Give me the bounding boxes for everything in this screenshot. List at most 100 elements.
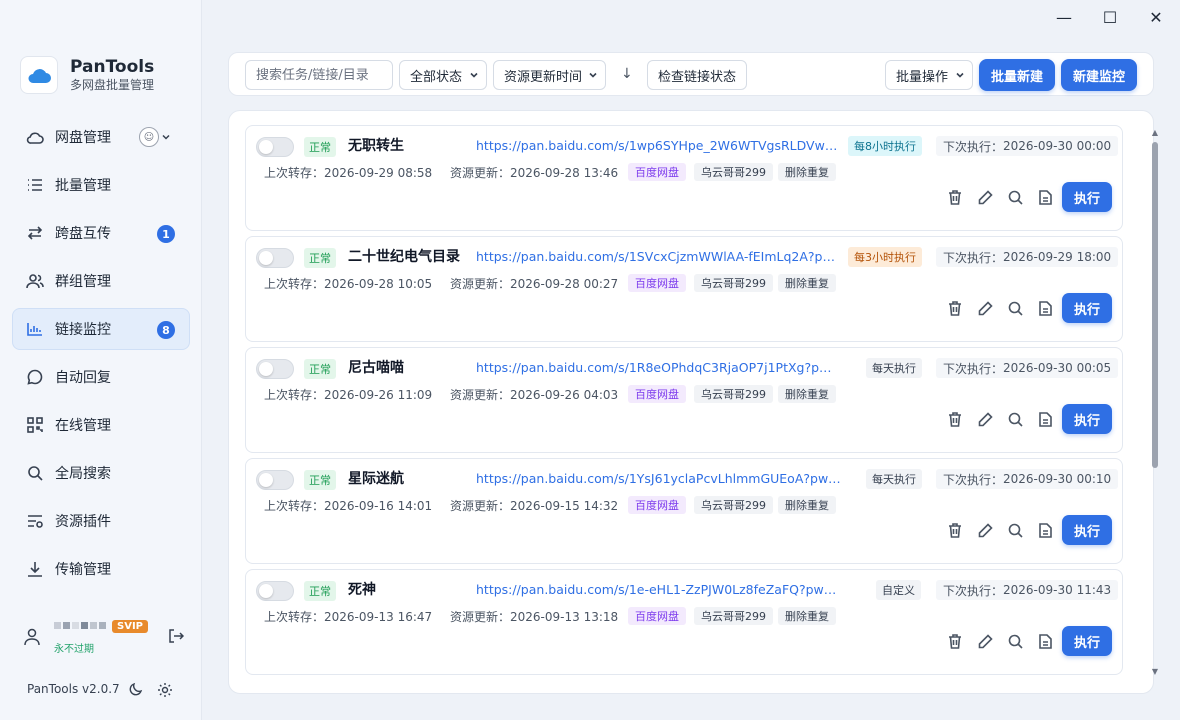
resource-update: 资源更新：2026-09-15 14:32 — [450, 497, 618, 514]
last-transfer-label: 上次转存： — [264, 277, 325, 291]
run-button[interactable]: 执行 — [1062, 515, 1112, 545]
footer: PanTools v2.0.7 — [27, 682, 187, 698]
edit-icon[interactable] — [976, 521, 994, 539]
next-run-label: 下次执行： — [943, 139, 1004, 154]
sidebar-item-online[interactable]: 在线管理 — [12, 404, 190, 446]
chevron-down-icon — [162, 134, 170, 140]
trash-icon[interactable] — [946, 299, 964, 317]
enable-toggle[interactable] — [256, 581, 294, 601]
share-link[interactable]: https://pan.baidu.com/s/1SVcxCjzmWWlAA-f… — [476, 249, 841, 264]
share-link[interactable]: https://pan.baidu.com/s/1wp6SYHpe_2W6WTV… — [476, 138, 841, 153]
sidebar-item-group[interactable]: 群组管理 — [12, 260, 190, 302]
resource-update-value: 2026-09-26 04:03 — [510, 388, 619, 402]
last-transfer-label: 上次转存： — [264, 388, 325, 402]
trash-icon[interactable] — [946, 410, 964, 428]
group-icon — [25, 271, 45, 291]
scroll-down-arrow[interactable]: ▼ — [1150, 667, 1160, 676]
task-list: 正常 无职转生 https://pan.baidu.com/s/1wp6SYHpe_… — [228, 110, 1154, 694]
edit-icon[interactable] — [976, 188, 994, 206]
search-icon[interactable] — [1006, 299, 1024, 317]
enable-toggle[interactable] — [256, 137, 294, 157]
next-run-label: 下次执行： — [943, 583, 1004, 598]
check-links-button[interactable]: 检查链接状态 — [647, 60, 748, 90]
log-icon[interactable] — [1036, 521, 1054, 539]
task-card: 正常 无职转生 https://pan.baidu.com/s/1wp6SYHpe_… — [245, 125, 1123, 231]
search-icon[interactable] — [1006, 632, 1024, 650]
trash-icon[interactable] — [946, 521, 964, 539]
tag-pan-type: 百度网盘 — [628, 274, 686, 292]
status-filter-select[interactable]: 全部状态 — [399, 60, 487, 90]
share-link[interactable]: https://pan.baidu.com/s/1YsJ61yclaPcvLhl… — [476, 471, 841, 486]
resource-update-value: 2026-09-28 13:46 — [510, 166, 619, 180]
sidebar-item-downloads[interactable]: 传输管理 — [12, 548, 190, 590]
tag-account: 乌云哥哥299 — [694, 385, 773, 403]
task-title: 二十世纪电气目录 — [348, 249, 460, 265]
task-card: 正常 死神 https://pan.baidu.com/s/1e-eHL1-ZzPJ… — [245, 569, 1123, 675]
batch-ops-select[interactable]: 批量操作 — [885, 60, 973, 90]
moon-icon[interactable] — [129, 682, 143, 696]
scrollbar[interactable]: ▲ ▼ — [1150, 128, 1160, 676]
batch-new-button[interactable]: 批量新建 — [979, 59, 1056, 91]
status-badge: 正常 — [304, 359, 336, 379]
plugin-icon — [25, 511, 45, 531]
sort-field-select[interactable]: 资源更新时间 — [493, 60, 606, 90]
new-monitor-button[interactable]: 新建监控 — [1061, 59, 1138, 91]
sidebar-item-cloud[interactable]: 网盘管理 ☺ — [12, 116, 190, 158]
log-icon[interactable] — [1036, 410, 1054, 428]
edit-icon[interactable] — [976, 410, 994, 428]
log-icon[interactable] — [1036, 188, 1054, 206]
edit-icon[interactable] — [976, 632, 994, 650]
log-icon[interactable] — [1036, 632, 1054, 650]
account-switcher[interactable]: ☺ — [139, 127, 171, 147]
sidebar-item-search[interactable]: 全局搜索 — [12, 452, 190, 494]
maximize-button[interactable]: ☐ — [1100, 8, 1120, 27]
tag-pan-type: 百度网盘 — [628, 385, 686, 403]
minimize-button[interactable]: — — [1054, 8, 1074, 27]
scroll-up-arrow[interactable]: ▲ — [1150, 128, 1160, 137]
sidebar-item-label: 传输管理 — [55, 562, 111, 578]
list-icon — [25, 175, 45, 195]
version-label: PanTools v2.0.7 — [27, 682, 120, 696]
search-input[interactable] — [245, 60, 393, 90]
sidebar-item-plugins[interactable]: 资源插件 — [12, 500, 190, 542]
search-icon[interactable] — [1006, 188, 1024, 206]
sidebar-item-auto-reply[interactable]: 自动回复 — [12, 356, 190, 398]
sidebar-item-link-monitor[interactable]: 链接监控 8 — [12, 308, 190, 350]
close-button[interactable]: ✕ — [1146, 8, 1166, 27]
task-card: 正常 星际迷航 https://pan.baidu.com/s/1YsJ61ycla… — [245, 458, 1123, 564]
trash-icon[interactable] — [946, 188, 964, 206]
run-button[interactable]: 执行 — [1062, 626, 1112, 656]
chevron-down-icon — [956, 72, 964, 78]
task-title: 无职转生 — [348, 138, 404, 154]
sort-direction-icon[interactable]: ↓ — [621, 66, 633, 82]
log-icon[interactable] — [1036, 299, 1054, 317]
enable-toggle[interactable] — [256, 359, 294, 379]
edit-icon[interactable] — [976, 299, 994, 317]
enable-toggle[interactable] — [256, 248, 294, 268]
next-run: 下次执行： 2026-09-30 00:10 — [936, 469, 1119, 489]
sidebar-item-label: 群组管理 — [55, 274, 111, 290]
logout-icon[interactable] — [168, 628, 184, 644]
resource-update-label: 资源更新： — [450, 166, 511, 180]
sidebar-item-batch[interactable]: 批量管理 — [12, 164, 190, 206]
enable-toggle[interactable] — [256, 470, 294, 490]
tag-account: 乌云哥哥299 — [694, 163, 773, 181]
trash-icon[interactable] — [946, 632, 964, 650]
task-card: 正常 二十世纪电气目录 https://pan.baidu.com/s/1SVcxC… — [245, 236, 1123, 342]
gear-icon[interactable] — [157, 682, 173, 698]
share-link[interactable]: https://pan.baidu.com/s/1e-eHL1-ZzPJW0Lz… — [476, 582, 841, 597]
scroll-thumb[interactable] — [1152, 142, 1158, 468]
sidebar-item-transfer[interactable]: 跨盘互传 1 — [12, 212, 190, 254]
run-button[interactable]: 执行 — [1062, 182, 1112, 212]
resource-update: 资源更新：2026-09-13 13:18 — [450, 608, 618, 625]
search-icon[interactable] — [1006, 410, 1024, 428]
search-icon[interactable] — [1006, 521, 1024, 539]
app-subtitle: 多网盘批量管理 — [70, 78, 155, 92]
tag-account: 乌云哥哥299 — [694, 607, 773, 625]
run-button[interactable]: 执行 — [1062, 293, 1112, 323]
resource-update: 资源更新：2026-09-28 13:46 — [450, 164, 618, 181]
tag-pan-type: 百度网盘 — [628, 496, 686, 514]
share-link[interactable]: https://pan.baidu.com/s/1R8eOPhdqC3RjaOP… — [476, 360, 841, 375]
next-run-value: 2026-09-30 00:00 — [1003, 139, 1112, 153]
run-button[interactable]: 执行 — [1062, 404, 1112, 434]
